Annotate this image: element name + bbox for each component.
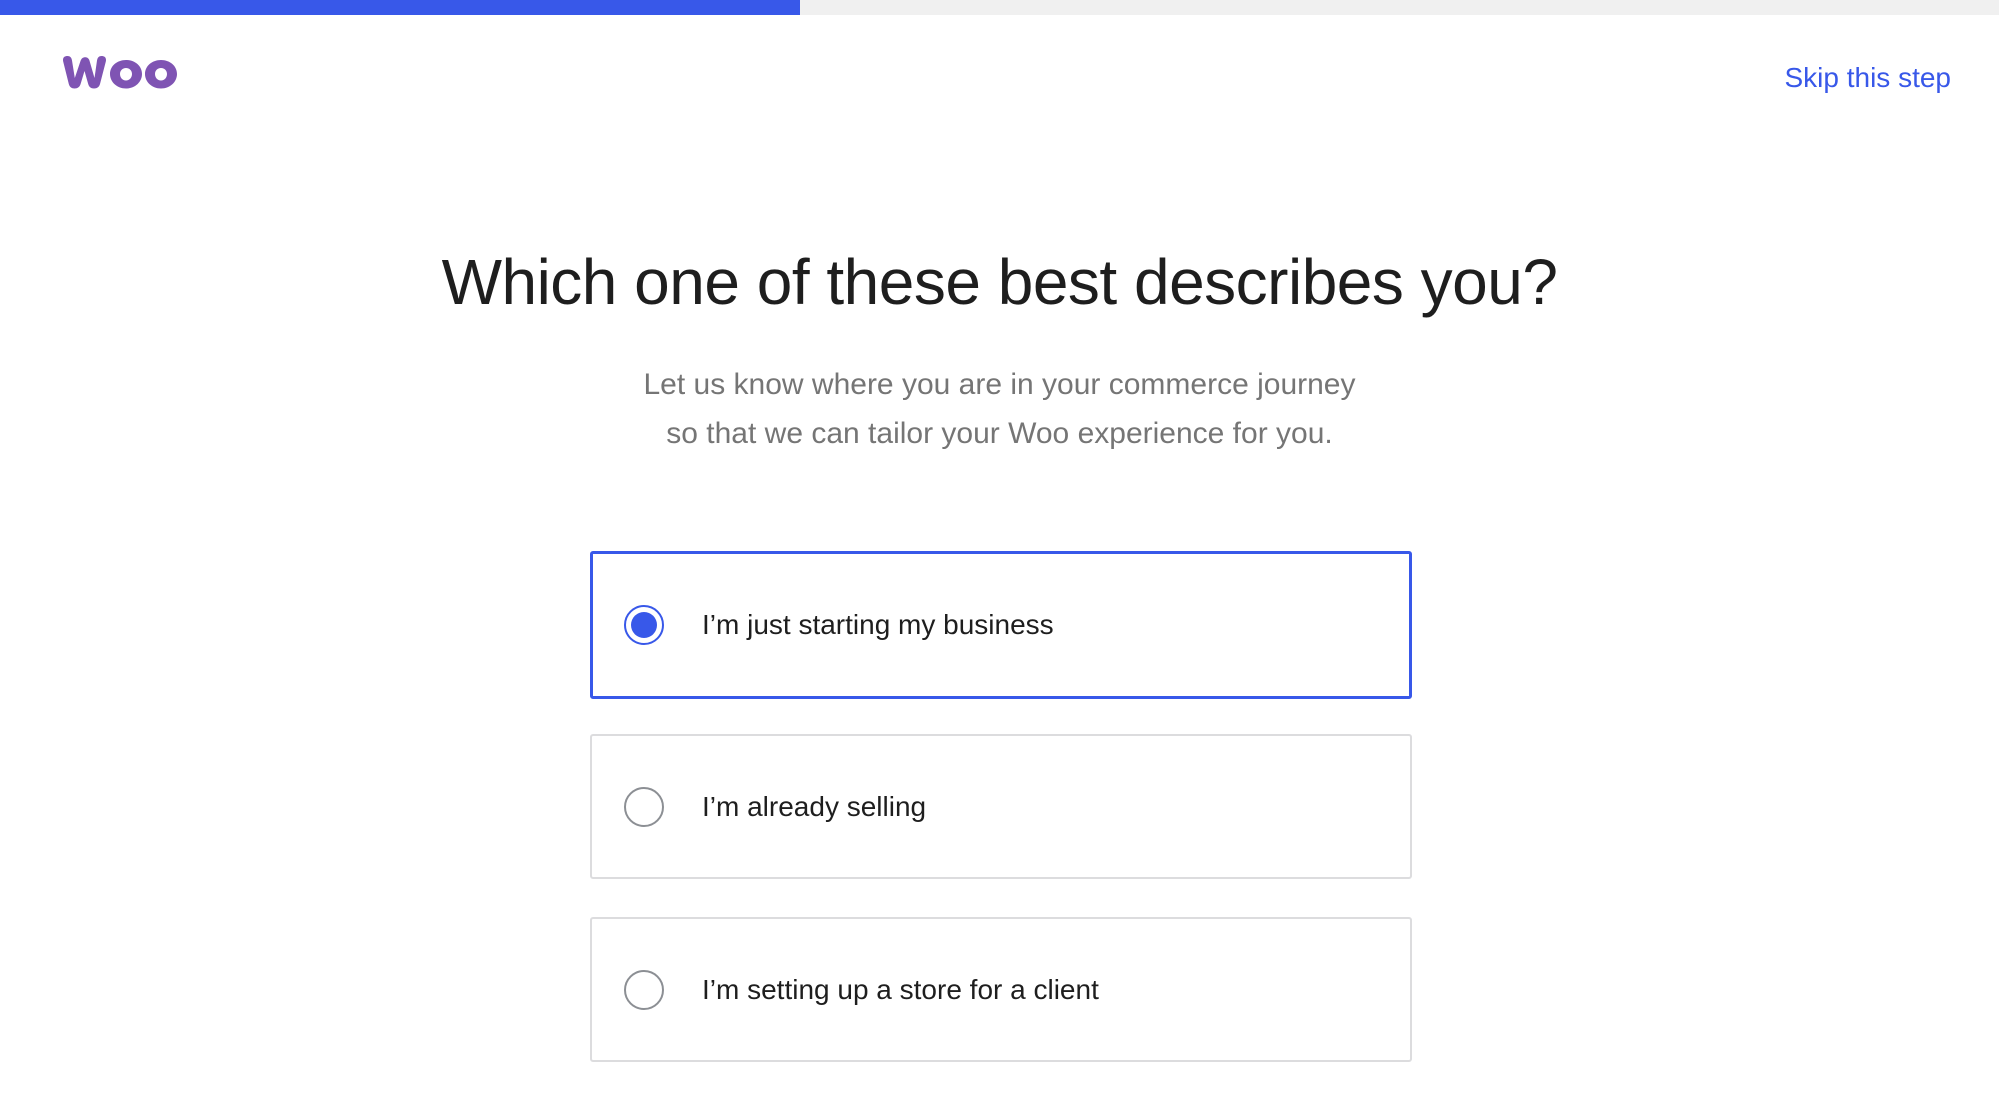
page-title: Which one of these best describes you? (441, 246, 1558, 318)
option-already-selling[interactable]: I’m already selling (590, 734, 1412, 879)
radio-button[interactable] (624, 786, 664, 827)
option-label: I’m already selling (702, 790, 927, 822)
business-stage-options: I’m just starting my business I’m alread… (590, 551, 1412, 1100)
skip-step-link[interactable]: Skip this step (1784, 62, 1951, 94)
option-starting-business[interactable]: I’m just starting my business (590, 551, 1412, 699)
page-subtitle: Let us know where you are in your commer… (0, 360, 1999, 458)
radio-button[interactable] (624, 969, 664, 1010)
woo-logo (63, 56, 177, 89)
option-label: I’m just starting my business (702, 609, 1054, 640)
option-store-for-client[interactable]: I’m setting up a store for a client (590, 917, 1412, 1062)
progress-bar (0, 0, 1999, 15)
subtitle-line-1: Let us know where you are in your commer… (643, 368, 1356, 401)
subtitle-line-2: so that we can tailor your Woo experienc… (666, 417, 1333, 450)
option-label: I’m setting up a store for a client (702, 973, 1099, 1005)
radio-button-selected[interactable] (624, 605, 664, 645)
onboarding-page: Skip this step Which one of these best d… (0, 0, 1999, 1111)
progress-bar-fill (0, 0, 800, 15)
